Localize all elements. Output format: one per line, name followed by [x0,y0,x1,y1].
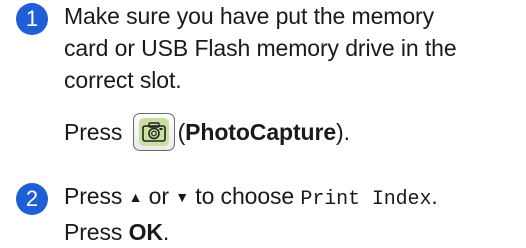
press-label-2: Press [64,183,123,209]
step-number-badge-1: 1 [16,3,48,35]
photocapture-button [132,112,175,151]
step-2-line-2: Press OK. [64,216,438,248]
step-2-text: Press ▲ or ▼ to choose Print Index. Pres… [64,180,438,248]
choose-text: to choose [195,183,295,209]
press-label: Press [64,119,123,145]
step-number-badge-2: 2 [16,183,48,215]
down-arrow-icon: ▼ [175,189,189,205]
step-2-line-1: Press ▲ or ▼ to choose Print Index. [64,180,438,216]
period-2: . [162,219,170,245]
step-1-line-1: Make sure you have put the memory [64,3,434,29]
up-arrow-icon: ▲ [128,189,143,205]
press-label-3: Press [64,219,123,245]
ok-label: OK [128,219,163,245]
or-text: or [148,183,169,209]
photocapture-button-face [138,117,169,146]
step-1-text: Make sure you have put the memory card o… [64,0,457,96]
close-paren: ). [336,119,350,145]
camera-icon [141,122,166,142]
photocapture-label: PhotoCapture [185,119,337,145]
period: . [431,183,438,209]
step-1-press-instruction: Press (PhotoCapture). [64,112,350,153]
menu-item-print-index: Print Index [300,188,432,211]
step-1-line-2: card or USB Flash memory drive in the [64,35,457,61]
step-1-line-3: correct slot. [64,67,182,93]
